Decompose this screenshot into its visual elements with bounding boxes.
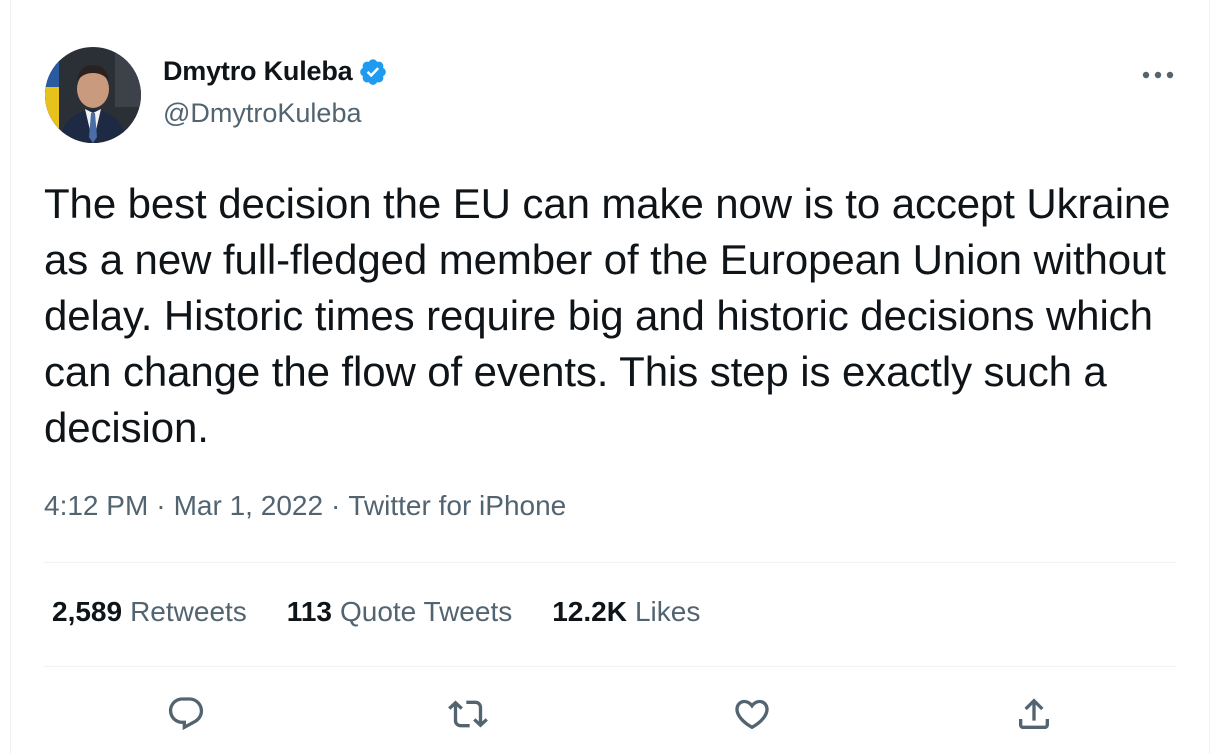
retweet-button[interactable] — [446, 692, 490, 736]
speech-bubble-icon — [168, 697, 204, 731]
avatar-photo — [45, 47, 141, 143]
retweets-count: 2,589 — [52, 596, 123, 627]
quote-tweets-label: Quote Tweets — [339, 596, 513, 627]
author-handle[interactable]: @DmytroKuleba — [163, 98, 361, 129]
retweets-stat[interactable]: 2,589 Retweets — [52, 596, 247, 628]
heart-icon — [735, 699, 769, 730]
avatar[interactable] — [45, 47, 141, 143]
divider — [44, 562, 1176, 563]
meta-separator: · — [156, 490, 166, 521]
share-button[interactable] — [1012, 692, 1056, 736]
share-icon — [1019, 698, 1049, 729]
tweet-date[interactable]: Mar 1, 2022 — [174, 490, 323, 522]
retweet-icon — [448, 700, 488, 728]
reply-button[interactable] — [164, 692, 208, 736]
tweet-stats: 2,589 Retweets 113 Quote Tweets 12.2K Likes — [52, 596, 700, 628]
author-display-name[interactable]: Dmytro Kuleba — [163, 56, 353, 87]
quote-tweets-count: 113 — [286, 596, 332, 627]
meta-separator: · — [331, 490, 341, 521]
quote-tweets-stat[interactable]: 113 Quote Tweets — [287, 596, 512, 628]
more-dots-icon — [1142, 71, 1174, 79]
tweet-time[interactable]: 4:12 PM — [44, 490, 148, 522]
divider — [44, 666, 1176, 667]
likes-label: Likes — [634, 596, 701, 627]
tweet-text: The best decision the EU can make now is… — [44, 180, 1171, 451]
verified-badge-icon — [360, 58, 387, 85]
author-name-row[interactable]: Dmytro Kuleba — [163, 56, 388, 87]
tweet-source[interactable]: Twitter for iPhone — [348, 490, 566, 522]
likes-count: 12.2K — [552, 596, 627, 627]
tweet-meta: 4:12 PM · Mar 1, 2022 · Twitter for iPho… — [44, 490, 566, 522]
more-options-button[interactable] — [1138, 60, 1178, 90]
like-button[interactable] — [730, 692, 774, 736]
likes-stat[interactable]: 12.2K Likes — [552, 596, 700, 628]
retweets-label: Retweets — [130, 596, 247, 627]
